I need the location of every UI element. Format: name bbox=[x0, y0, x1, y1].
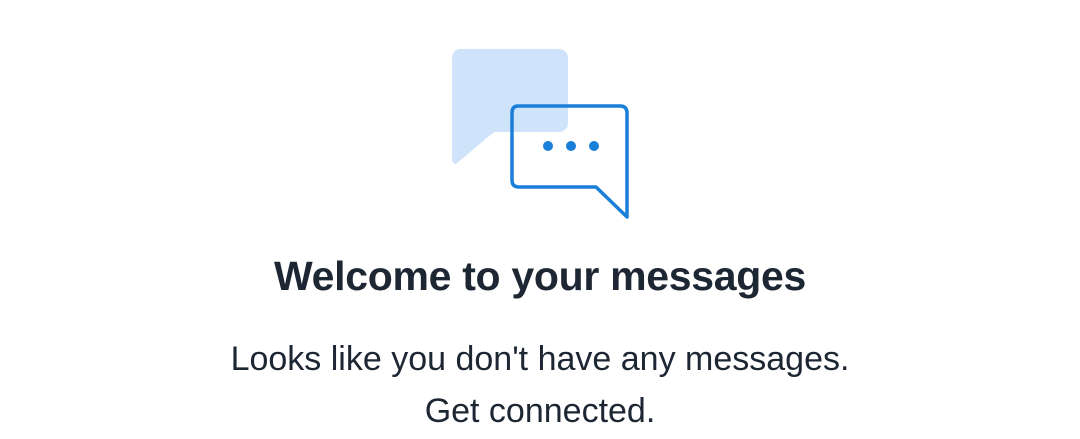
chat-bubbles-icon bbox=[446, 44, 636, 224]
typing-dot bbox=[589, 141, 599, 151]
empty-state-message-line-2: Get connected. bbox=[424, 392, 656, 430]
messages-empty-state: Welcome to your messages Looks like you … bbox=[0, 0, 1080, 439]
empty-state-title: Welcome to your messages bbox=[273, 253, 807, 299]
empty-state-message-line-1: Looks like you don't have any messages. bbox=[230, 340, 850, 378]
empty-state-message: Looks like you don't have any messages. … bbox=[0, 333, 1080, 437]
typing-dot bbox=[566, 141, 576, 151]
typing-dot bbox=[543, 141, 553, 151]
